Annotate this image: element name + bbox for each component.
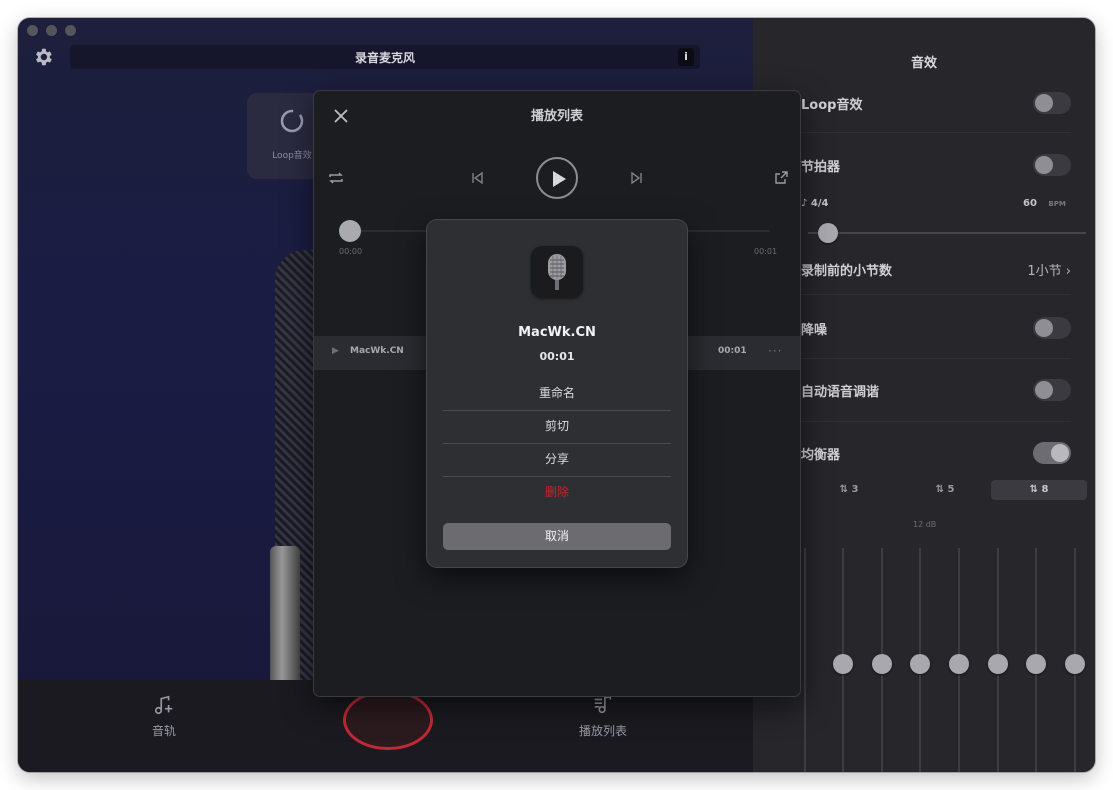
divider [801, 358, 1071, 359]
play-icon [553, 171, 566, 187]
effects-panel: 音效 Loop音效 节拍器 ♪ 4/4 60 BPM 录制前的小节数 1小节 ›… [753, 18, 1095, 772]
share-out-icon[interactable] [774, 170, 789, 185]
repeat-icon[interactable] [328, 171, 344, 185]
eq-slider-knob[interactable] [910, 654, 930, 674]
noise-reduction-toggle[interactable] [1033, 317, 1071, 339]
gear-icon[interactable] [32, 46, 54, 68]
rename-button[interactable]: 重命名 [443, 377, 671, 410]
playlist-label: 播放列表 [578, 724, 627, 738]
app-title: 录音麦克风 [354, 51, 415, 65]
equalizer-toggle[interactable] [1033, 442, 1071, 464]
autotune-label: 自动语音调谐 [801, 385, 880, 400]
more-options-icon[interactable]: ··· [768, 344, 782, 358]
close-window-button[interactable] [27, 25, 38, 36]
minimize-window-button[interactable] [46, 25, 57, 36]
playlist-item-name: MacWk.CN [350, 346, 404, 356]
play-button[interactable] [536, 157, 578, 199]
loop-effect-label: Loop音效 [801, 98, 863, 113]
eq-slider-knob[interactable] [872, 654, 892, 674]
autotune-toggle[interactable] [1033, 379, 1071, 401]
precount-value: 1小节 › [1027, 260, 1071, 279]
bpm-field[interactable]: 60 BPM [1023, 198, 1066, 209]
eq-slider-knob[interactable] [949, 654, 969, 674]
noise-reduction-label: 降噪 [801, 323, 828, 338]
info-button[interactable]: i [678, 48, 694, 66]
previous-track-icon[interactable] [470, 171, 484, 185]
bpm-slider-track[interactable] [808, 232, 1086, 234]
divider [801, 421, 1071, 422]
eq-band-8-label: 8 [1041, 484, 1049, 495]
chevron-right-icon: › [1065, 264, 1071, 279]
sliders-icon: ⇅ [935, 484, 948, 495]
cut-button[interactable]: 剪切 [443, 410, 671, 443]
sliders-icon: ⇅ [839, 484, 852, 495]
time-signature[interactable]: ♪ 4/4 [801, 198, 828, 209]
eq-slider-knob[interactable] [988, 654, 1008, 674]
eq-band-3-label: 3 [851, 484, 859, 495]
playlist-icon [594, 695, 612, 714]
eq-slider-knob[interactable] [1065, 654, 1085, 674]
play-small-icon: ▶ [332, 346, 339, 356]
record-button[interactable] [343, 690, 433, 750]
equalizer-row: 均衡器 [801, 442, 1071, 464]
loop-icon [280, 109, 304, 133]
music-note-icon: ♪ [801, 198, 811, 209]
eq-band-8[interactable]: ⇅ 8 [991, 480, 1087, 500]
title-bar: 录音麦克风 i [70, 45, 700, 69]
share-button[interactable]: 分享 [443, 443, 671, 476]
sheet-item-duration: 00:01 [539, 350, 575, 363]
time-signature-value: 4/4 [810, 198, 829, 209]
next-track-icon[interactable] [630, 171, 644, 185]
time-start: 00:00 [339, 247, 363, 256]
eq-band-5[interactable]: ⇅ 5 [897, 480, 993, 500]
eq-slider-track[interactable] [804, 548, 806, 772]
sheet-item-name: MacWk.CN [518, 325, 596, 340]
metronome-label: 节拍器 [801, 160, 841, 175]
music-note-plus-icon [154, 695, 173, 715]
zoom-window-button[interactable] [65, 25, 76, 36]
bpm-slider-knob[interactable] [818, 223, 838, 243]
metronome-row: 节拍器 [801, 154, 1071, 176]
eq-band-selector: ⇅ 3 ⇅ 5 ⇅ 8 [801, 480, 1089, 500]
precount-row[interactable]: 录制前的小节数 1小节 › [801, 258, 1071, 279]
bpm-unit: BPM [1048, 200, 1066, 208]
cancel-button[interactable]: 取消 [443, 523, 671, 550]
delete-button[interactable]: 删除 [443, 476, 671, 509]
microphone-band [270, 546, 300, 686]
playlist-item-duration: 00:01 [718, 346, 747, 356]
divider [801, 132, 1071, 133]
precount-value-text: 1小节 [1027, 264, 1062, 279]
loop-effect-toggle[interactable] [1033, 92, 1071, 114]
eq-db-label: 12 dB [913, 520, 937, 529]
playlist-title: 播放列表 [530, 109, 583, 124]
action-sheet: MacWk.CN 00:01 重命名 剪切 分享 删除 取消 [427, 220, 687, 567]
eq-slider-knob[interactable] [1026, 654, 1046, 674]
precount-label: 录制前的小节数 [801, 264, 893, 279]
microphone-icon [548, 254, 566, 290]
eq-band-5-label: 5 [947, 484, 955, 495]
tracks-label: 音轨 [151, 724, 176, 738]
loop-effect-row: Loop音效 [801, 92, 1071, 114]
eq-slider-knob[interactable] [833, 654, 853, 674]
tracks-button[interactable]: 音轨 [134, 694, 194, 739]
autotune-row: 自动语音调谐 [801, 379, 1071, 401]
playlist-button[interactable]: 播放列表 [573, 694, 633, 739]
effects-title: 音效 [910, 56, 937, 71]
divider [801, 294, 1071, 295]
equalizer-label: 均衡器 [801, 448, 841, 463]
app-window: 录音麦克风 i Loop音效 音轨 播放列表 音效 Loop音效 节拍器 ♪ 4… [18, 18, 1095, 772]
microphone-app-icon [531, 246, 583, 298]
eq-band-3[interactable]: ⇅ 3 [801, 480, 897, 500]
metronome-toggle[interactable] [1033, 154, 1071, 176]
window-controls [27, 25, 76, 36]
time-end: 00:01 [754, 247, 778, 256]
bpm-value: 60 [1023, 198, 1037, 209]
progress-knob[interactable] [339, 220, 361, 242]
noise-reduction-row: 降噪 [801, 317, 1071, 339]
sliders-icon: ⇅ [1029, 484, 1042, 495]
